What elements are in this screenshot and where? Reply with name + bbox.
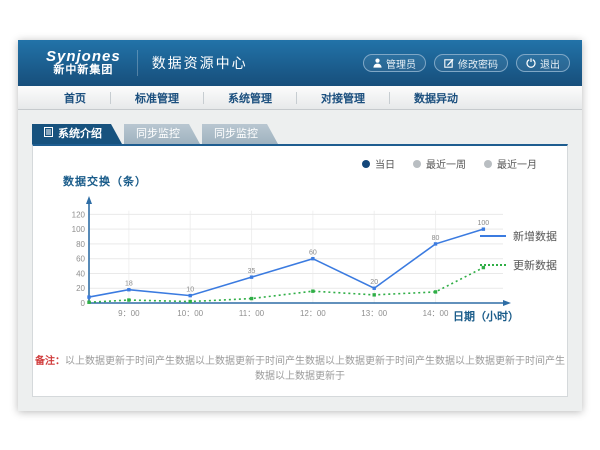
svg-text:12：00: 12：00 bbox=[300, 309, 326, 318]
page-title: 数据资源中心 bbox=[137, 50, 248, 76]
radio-dot bbox=[484, 160, 492, 168]
change-password-button-label: 修改密码 bbox=[458, 56, 498, 71]
svg-text:20: 20 bbox=[370, 279, 378, 286]
legend-label: 新增数据 bbox=[513, 228, 557, 244]
tab-system-intro[interactable]: 系统介绍 bbox=[32, 124, 122, 144]
svg-text:10：00: 10：00 bbox=[177, 309, 203, 318]
radio-label: 最近一月 bbox=[497, 156, 537, 171]
power-icon bbox=[526, 58, 536, 68]
svg-text:10: 10 bbox=[186, 287, 194, 294]
svg-text:35: 35 bbox=[248, 268, 256, 275]
radio-last-week[interactable]: 最近一周 bbox=[413, 156, 466, 171]
svg-text:0: 0 bbox=[81, 299, 86, 308]
nav-item-connection-mgmt[interactable]: 对接管理 bbox=[297, 90, 389, 106]
tab-label: 同步监控 bbox=[136, 124, 180, 144]
user-button-label: 管理员 bbox=[386, 56, 416, 71]
legend-line-solid-icon bbox=[480, 235, 506, 237]
logo: Synjones 新中新集团 bbox=[30, 49, 131, 76]
chart-panel: 当日 最近一周 最近一月 数据交换（条） 0 20 40 60 80 100 120 9：00… bbox=[32, 144, 568, 397]
radio-dot-selected bbox=[362, 160, 370, 168]
svg-text:80: 80 bbox=[76, 240, 85, 249]
tab-sync-monitor-2[interactable]: 同步监控 bbox=[202, 124, 278, 144]
svg-text:100: 100 bbox=[72, 225, 86, 234]
svg-text:13：00: 13：00 bbox=[361, 309, 387, 318]
app-header: Synjones 新中新集团 数据资源中心 管理员 修改密码 退出 bbox=[18, 40, 582, 86]
footer-note-text: 以上数据更新于时间产生数据以上数据更新于时间产生数据以上数据更新于时间产生数据以… bbox=[65, 356, 565, 382]
svg-text:18: 18 bbox=[125, 281, 133, 288]
legend-item-updated-data: 更新数据 bbox=[480, 257, 557, 273]
chart-legend: 新增数据 更新数据 bbox=[480, 228, 557, 286]
logout-button-label: 退出 bbox=[540, 56, 560, 71]
legend-item-new-data: 新增数据 bbox=[480, 228, 557, 244]
legend-label: 更新数据 bbox=[513, 257, 557, 273]
radio-today[interactable]: 当日 bbox=[362, 156, 395, 171]
header-actions: 管理员 修改密码 退出 bbox=[363, 54, 570, 72]
main-nav: 首页 标准管理 系统管理 对接管理 数据异动 bbox=[18, 86, 582, 110]
logout-button[interactable]: 退出 bbox=[516, 54, 570, 72]
radio-dot bbox=[413, 160, 421, 168]
radio-label: 当日 bbox=[375, 156, 395, 171]
tab-label: 系统介绍 bbox=[58, 124, 102, 144]
user-icon bbox=[373, 58, 382, 68]
time-range-filter: 当日 最近一周 最近一月 bbox=[362, 156, 537, 171]
tab-label: 同步监控 bbox=[214, 124, 258, 144]
tab-sync-monitor-1[interactable]: 同步监控 bbox=[124, 124, 200, 144]
line-chart: 0 20 40 60 80 100 120 9：00 10：00 11：00 12：00 13：00 1… bbox=[61, 193, 511, 333]
footer-note-label: 备注： bbox=[35, 356, 65, 367]
logo-cn-text: 新中新集团 bbox=[46, 65, 121, 77]
x-axis-title: 日期（小时） bbox=[453, 308, 519, 324]
nav-item-system-mgmt[interactable]: 系统管理 bbox=[204, 90, 296, 106]
svg-text:20: 20 bbox=[76, 284, 85, 293]
nav-item-home[interactable]: 首页 bbox=[40, 90, 110, 106]
svg-text:11：00: 11：00 bbox=[239, 309, 265, 318]
footer-note: 备注：以上数据更新于时间产生数据以上数据更新于时间产生数据以上数据更新于时间产生… bbox=[33, 352, 567, 382]
radio-last-month[interactable]: 最近一月 bbox=[484, 156, 537, 171]
svg-text:120: 120 bbox=[72, 210, 86, 219]
nav-item-data-change[interactable]: 数据异动 bbox=[390, 90, 482, 106]
radio-label: 最近一周 bbox=[426, 156, 466, 171]
edit-icon bbox=[444, 58, 454, 68]
legend-line-dotted-icon bbox=[480, 264, 506, 266]
svg-text:60: 60 bbox=[309, 250, 317, 257]
svg-text:80: 80 bbox=[432, 235, 440, 242]
document-icon bbox=[44, 124, 53, 144]
user-button[interactable]: 管理员 bbox=[363, 54, 426, 72]
tab-bar: 系统介绍 同步监控 同步监控 bbox=[32, 124, 568, 144]
svg-text:40: 40 bbox=[76, 269, 85, 278]
svg-text:100: 100 bbox=[478, 220, 490, 227]
content-area: 系统介绍 同步监控 同步监控 当日 最近一周 bbox=[18, 110, 582, 397]
svg-text:9：00: 9：00 bbox=[118, 309, 140, 318]
logo-en-text: Synjones bbox=[46, 49, 121, 65]
change-password-button[interactable]: 修改密码 bbox=[434, 54, 508, 72]
y-axis-title: 数据交换（条） bbox=[63, 173, 147, 189]
svg-text:14：00: 14：00 bbox=[423, 309, 449, 318]
app-window: Synjones 新中新集团 数据资源中心 管理员 修改密码 退出 bbox=[18, 40, 582, 411]
nav-item-standard-mgmt[interactable]: 标准管理 bbox=[111, 90, 203, 106]
svg-text:60: 60 bbox=[76, 255, 85, 264]
